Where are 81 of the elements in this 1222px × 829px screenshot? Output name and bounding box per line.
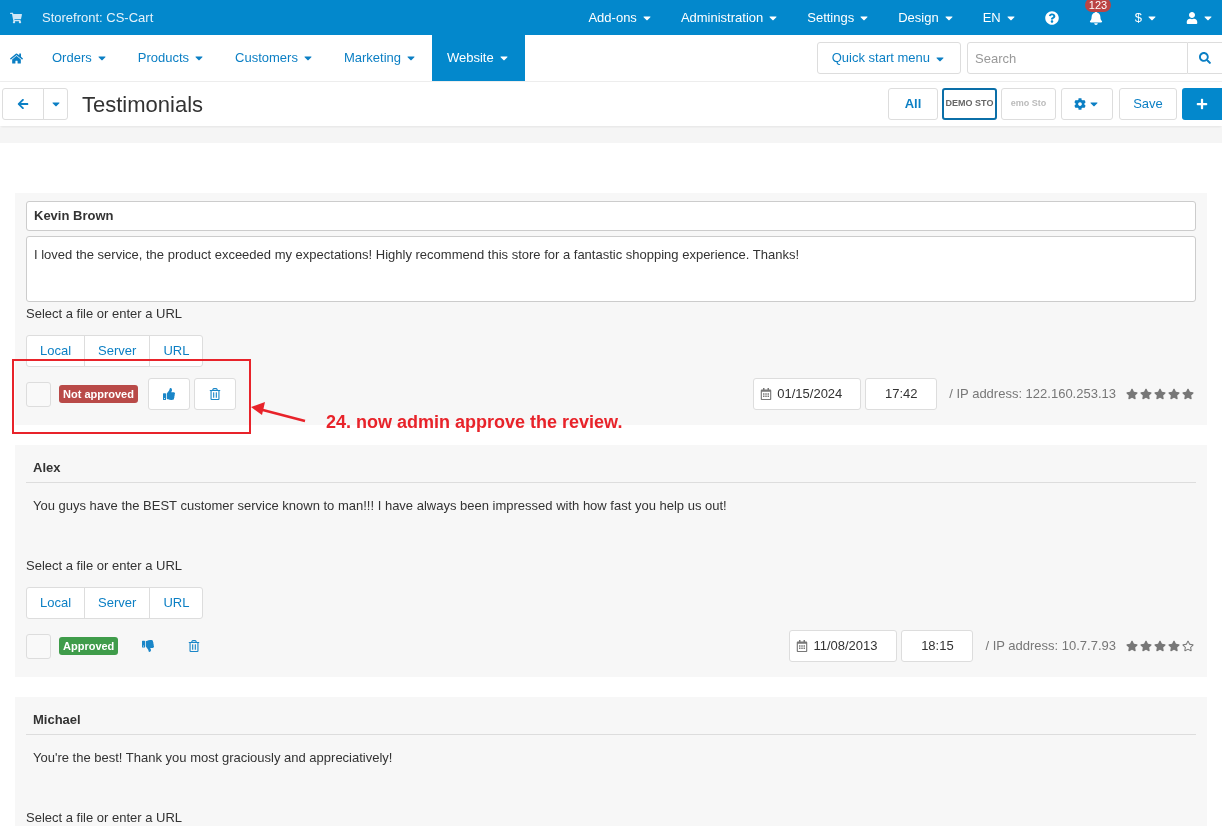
star-icon: [1140, 388, 1152, 400]
star-icon: [1168, 640, 1180, 652]
star-icon: [1154, 640, 1166, 652]
thumbs-down-icon: [142, 640, 155, 652]
back-button[interactable]: [2, 88, 44, 120]
ip-address: / IP address: 10.7.7.93: [985, 637, 1116, 656]
history-dropdown-button[interactable]: [43, 88, 68, 120]
star-icon: [1126, 388, 1138, 400]
date-field[interactable]: 01/15/2024: [753, 378, 862, 410]
bell-icon[interactable]: [1088, 10, 1103, 25]
cart-icon[interactable]: [10, 11, 22, 24]
nav-tab[interactable]: Products: [122, 35, 221, 81]
nav-tab[interactable]: Orders: [37, 35, 123, 81]
message-field[interactable]: You're the best! Thank you most graciously and appreciatively!: [26, 740, 1196, 806]
top-menu[interactable]: Settings: [807, 7, 871, 28]
search-icon: [1199, 52, 1211, 64]
page-title: Testimonials: [82, 90, 204, 119]
storefront-link[interactable]: Storefront: CS-Cart: [42, 7, 154, 28]
message-field[interactable]: I loved the service, the product exceeded my expectations! Highly recommend this store for a fantastic shopping experience. Thanks!: [26, 236, 1196, 302]
currency-menu[interactable]: $: [1134, 7, 1158, 28]
nav-tab[interactable]: Marketing: [328, 35, 432, 81]
author-name-field[interactable]: Michael: [26, 705, 1196, 735]
home-icon[interactable]: [10, 51, 23, 65]
time-field[interactable]: 17:42: [865, 378, 938, 410]
back-arrow-icon: [17, 98, 29, 110]
status-badge: Not approved: [59, 384, 138, 404]
file-label: Select a file or enter a URL: [26, 306, 184, 322]
calendar-icon: [760, 388, 773, 400]
user-menu[interactable]: [1186, 11, 1214, 24]
empty-star-icon: [1182, 640, 1194, 652]
nav-tab[interactable]: Website: [432, 35, 525, 81]
notification-badge: 123: [1084, 0, 1112, 12]
select-checkbox[interactable]: [26, 633, 51, 659]
star-icon: [1140, 640, 1152, 652]
date-text: 01/15/2024: [777, 385, 843, 404]
date-text: 11/08/2013: [813, 637, 878, 656]
ip-address: / IP address: 122.160.253.13: [949, 385, 1116, 404]
add-button[interactable]: [1182, 88, 1222, 120]
author-name-field[interactable]: Kevin Brown: [26, 201, 1196, 231]
status-badge: Approved: [59, 636, 119, 656]
annotation-text: 24. now admin approve the review.: [326, 411, 623, 434]
store-button[interactable]: DEMO STO: [942, 88, 997, 120]
date-field[interactable]: 11/08/2013: [789, 630, 898, 662]
nav-tab[interactable]: Customers: [220, 35, 329, 81]
time-field[interactable]: 18:15: [901, 630, 974, 662]
gear-icon: [1074, 98, 1086, 110]
file-source-button[interactable]: Local: [26, 587, 86, 619]
calendar-icon: [796, 640, 809, 652]
arrow-icon: [251, 401, 307, 425]
file-source-button[interactable]: URL: [149, 587, 204, 619]
help-icon[interactable]: [1044, 10, 1059, 25]
thumbs-up-icon: [162, 388, 175, 400]
file-label: Select a file or enter a URL: [26, 810, 184, 826]
star-icon: [1126, 640, 1138, 652]
star-icon: [1182, 388, 1194, 400]
approve-button[interactable]: [147, 378, 190, 410]
file-source-button[interactable]: Server: [84, 587, 151, 619]
trash-icon: [208, 388, 221, 400]
search-button[interactable]: [1188, 42, 1222, 74]
top-menu[interactable]: Design: [898, 7, 955, 28]
file-source-button[interactable]: URL: [149, 335, 204, 367]
plus-icon: [1196, 98, 1208, 110]
file-source-button[interactable]: Server: [84, 335, 151, 367]
quick-start-button[interactable]: Quick start menu: [816, 42, 961, 74]
message-field[interactable]: You guys have the BEST customer service known to man!!! I have always been impressed with how fast you help us out!: [26, 488, 1196, 554]
star-icon: [1154, 388, 1166, 400]
star-icon: [1168, 388, 1180, 400]
all-stores-button[interactable]: All: [888, 88, 938, 120]
top-menu[interactable]: EN: [982, 7, 1017, 28]
user-icon: [1186, 11, 1198, 24]
search-field[interactable]: Search: [967, 42, 1188, 74]
settings-button[interactable]: [1061, 88, 1113, 120]
delete-button[interactable]: [193, 378, 236, 410]
save-button[interactable]: Save: [1119, 88, 1177, 120]
author-name-field[interactable]: Alex: [26, 453, 1196, 483]
top-menu[interactable]: Administration: [680, 7, 780, 28]
file-source-button[interactable]: Local: [26, 335, 86, 367]
select-checkbox[interactable]: [26, 381, 51, 407]
trash-icon: [188, 640, 201, 652]
file-label: Select a file or enter a URL: [26, 558, 184, 574]
top-menu[interactable]: Add-ons: [588, 7, 653, 28]
